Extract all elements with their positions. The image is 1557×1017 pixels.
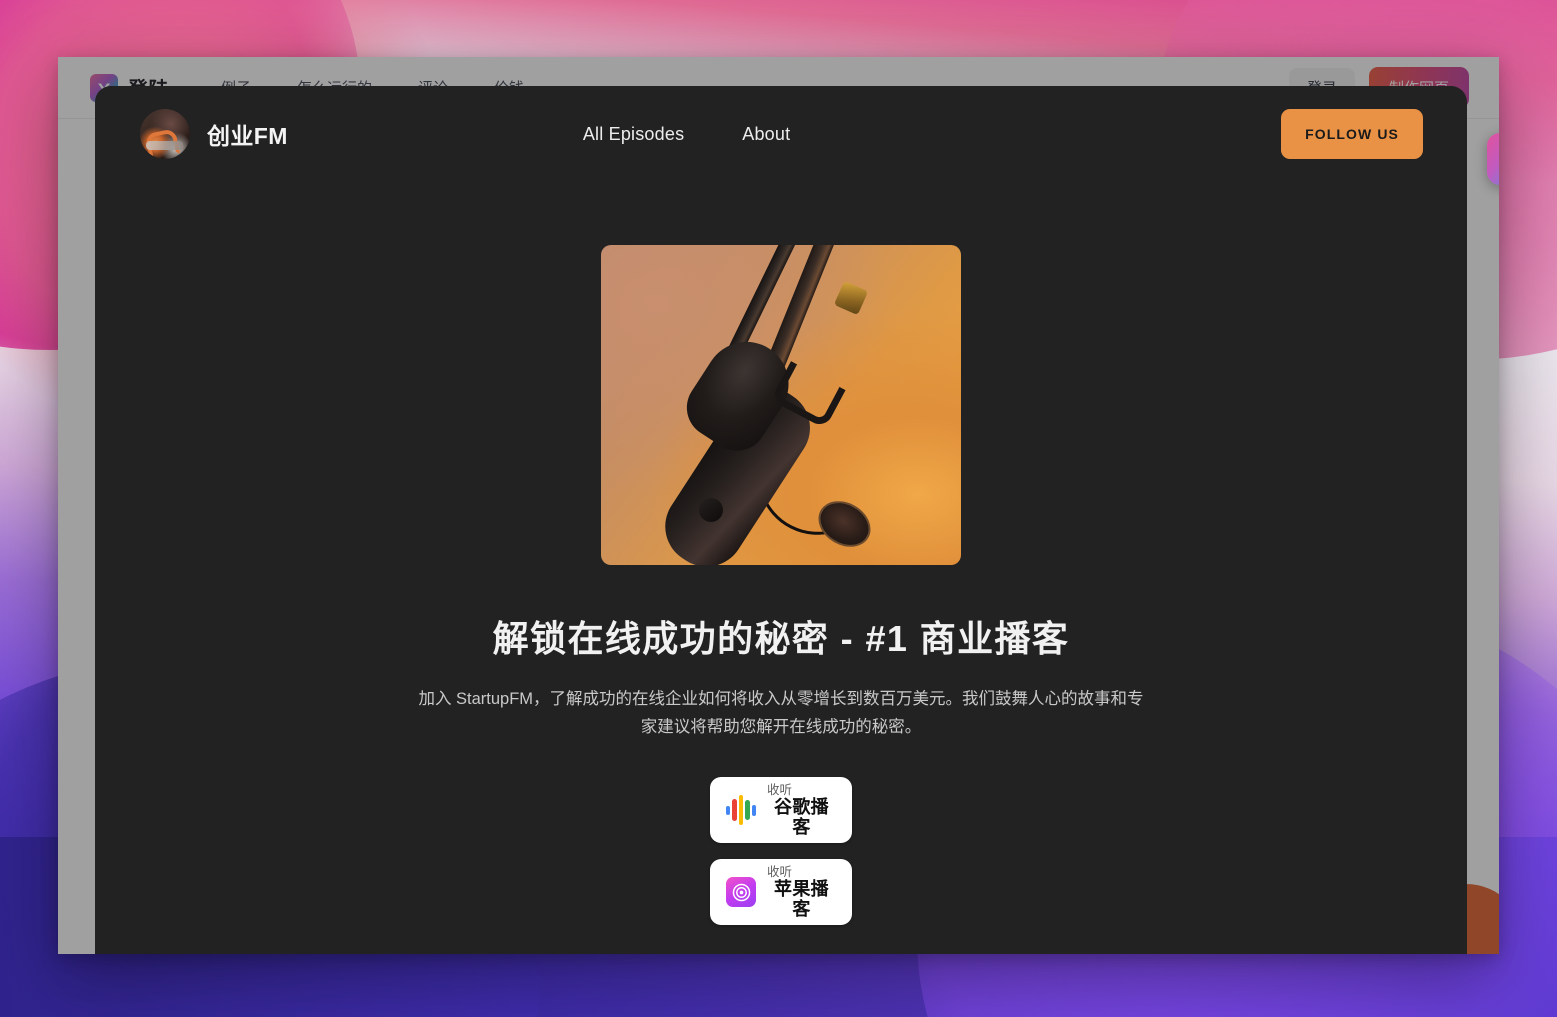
listen-name-apple: 苹果播客: [774, 878, 829, 919]
apple-podcasts-icon: [726, 877, 756, 907]
modal-nav-links: All Episodes About: [583, 124, 791, 145]
modal-title: 解锁在线成功的秘密 - #1 商业播客: [492, 618, 1070, 659]
listen-button-list: 收听 谷歌播客 收听 苹果播客: [710, 777, 852, 925]
modal-nav-all-episodes[interactable]: All Episodes: [583, 124, 684, 145]
modal-navbar: 创业FM All Episodes About FOLLOW US: [95, 86, 1467, 182]
listen-name-google: 谷歌播客: [774, 796, 829, 837]
microphone-knob-icon: [699, 498, 723, 522]
podcast-brand-name: 创业FM: [207, 123, 288, 149]
browser-window: 登陆 例子 怎么运行的 评论 价钱 登录 制作网页 构建登陆页面的最快方法 创: [58, 57, 1499, 954]
listen-kicker-google: 收听: [767, 782, 793, 797]
podcast-preview-modal: 创业FM All Episodes About FOLLOW US 解锁在线成功…: [95, 86, 1467, 954]
podcast-brand[interactable]: 创业FM: [140, 109, 288, 159]
listen-on-apple-podcasts-button[interactable]: 收听 苹果播客: [710, 859, 852, 925]
microphone-gold-collar-icon: [833, 280, 869, 316]
google-podcasts-icon: [726, 795, 756, 825]
modal-description: 加入 StartupFM，了解成功的在线企业如何将收入从零增长到数百万美元。我们…: [418, 690, 1144, 736]
modal-nav-about[interactable]: About: [742, 124, 790, 145]
listen-label-group: 收听 谷歌播客: [767, 783, 836, 837]
follow-us-button[interactable]: FOLLOW US: [1281, 109, 1423, 159]
modal-body: 解锁在线成功的秘密 - #1 商业播客 加入 StartupFM，了解成功的在线…: [95, 182, 1467, 925]
podcast-headphones-avatar-icon: [140, 109, 190, 159]
listen-kicker-apple: 收听: [767, 864, 793, 879]
podcast-cover-image: [601, 245, 961, 565]
close-modal-button[interactable]: [1487, 133, 1499, 185]
listen-label-group: 收听 苹果播客: [767, 865, 836, 919]
listen-on-google-podcasts-button[interactable]: 收听 谷歌播客: [710, 777, 852, 843]
